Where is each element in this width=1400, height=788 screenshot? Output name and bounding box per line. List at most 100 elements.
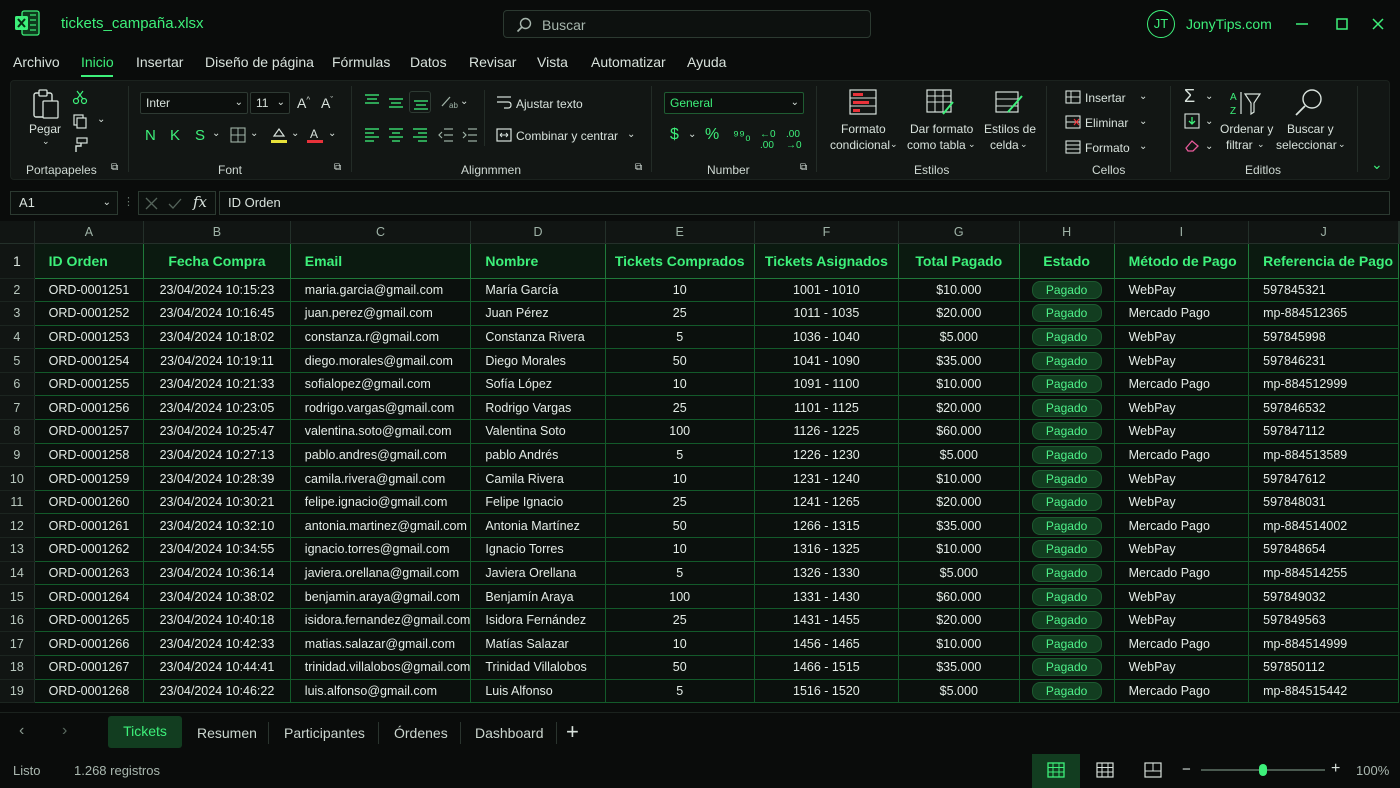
merge-chevron-icon[interactable]: ⌄ — [627, 129, 635, 140]
table-cell[interactable]: 597849032 — [1248, 584, 1399, 609]
autosum-icon[interactable]: Σ — [1184, 86, 1195, 107]
borders-chevron-icon[interactable]: ⌄ — [250, 128, 258, 139]
table-cell[interactable]: diego.morales@gmail.com — [289, 348, 472, 373]
fill-color-icon[interactable] — [270, 126, 288, 144]
table-cell[interactable]: 25 — [604, 489, 755, 515]
table-cell[interactable]: 23/04/2024 10:23:05 — [143, 395, 291, 421]
table-cell[interactable]: WebPay — [1113, 348, 1250, 373]
table-cell[interactable]: 25 — [604, 301, 755, 326]
confirm-entry-icon[interactable] — [168, 197, 182, 210]
header-cell[interactable]: Email — [289, 242, 472, 279]
borders-icon[interactable] — [230, 127, 246, 143]
row-header[interactable]: 15 — [0, 584, 35, 609]
maximize-icon[interactable] — [1330, 12, 1354, 36]
table-cell[interactable]: ORD-0001251 — [33, 277, 145, 303]
table-cell[interactable]: Pagado — [1018, 560, 1115, 586]
table-cell[interactable]: 100 — [604, 584, 755, 609]
find-select-label-2[interactable]: seleccionar — [1276, 138, 1337, 152]
table-cell[interactable]: ORD-0001263 — [33, 560, 145, 586]
table-cell[interactable]: Ignacio Torres — [470, 537, 606, 562]
table-cell[interactable]: $10.000 — [897, 631, 1020, 656]
page-layout-view-icon[interactable] — [1096, 762, 1114, 778]
table-cell[interactable]: ORD-0001265 — [33, 607, 145, 633]
table-cell[interactable]: 1041 - 1090 — [753, 348, 899, 373]
table-cell[interactable]: Pagado — [1018, 277, 1115, 303]
header-cell[interactable]: Fecha Compra — [143, 242, 291, 279]
table-cell[interactable]: Pagado — [1018, 631, 1115, 656]
table-cell[interactable]: 597850112 — [1248, 655, 1399, 680]
format-painter-icon[interactable] — [72, 137, 88, 153]
paste-icon[interactable] — [30, 88, 62, 120]
table-cell[interactable]: 1126 - 1225 — [753, 419, 899, 444]
column-header-c[interactable]: C — [290, 221, 472, 244]
table-cell[interactable]: 1326 - 1330 — [753, 560, 899, 586]
table-cell[interactable]: Pagado — [1018, 442, 1115, 468]
sort-filter-label-2[interactable]: filtrar — [1226, 138, 1253, 152]
row-header[interactable]: 5 — [0, 348, 35, 373]
user-name[interactable]: JonyTips.com — [1186, 16, 1272, 32]
table-cell[interactable]: 10 — [604, 371, 755, 397]
alignment-launcher-icon[interactable]: ⧉ — [635, 162, 642, 173]
table-cell[interactable]: 1516 - 1520 — [753, 678, 899, 704]
table-cell[interactable]: 23/04/2024 10:36:14 — [143, 560, 291, 586]
menu-insertar[interactable]: Insertar — [136, 54, 183, 70]
format-cells-icon[interactable] — [1065, 140, 1081, 154]
table-cell[interactable]: 23/04/2024 10:19:11 — [143, 348, 291, 373]
table-cell[interactable]: luis.alfonso@gmail.com — [289, 678, 472, 704]
table-cell[interactable]: ORD-0001252 — [33, 301, 145, 326]
table-cell[interactable]: trinidad.villalobos@gmail.com — [289, 655, 472, 680]
table-cell[interactable]: Pagado — [1018, 348, 1115, 373]
font-launcher-icon[interactable]: ⧉ — [334, 162, 341, 173]
row-header[interactable]: 19 — [0, 679, 35, 704]
table-cell[interactable]: mp-884513589 — [1248, 442, 1399, 468]
row-header[interactable]: 11 — [0, 490, 35, 515]
table-cell[interactable]: Mercado Pago — [1113, 371, 1250, 397]
menu-revisar[interactable]: Revisar — [469, 54, 516, 70]
table-cell[interactable]: WebPay — [1113, 277, 1250, 303]
decrease-decimal-icon[interactable]: .00 →0 — [786, 129, 802, 151]
table-cell[interactable]: Pagado — [1018, 513, 1115, 539]
table-cell[interactable]: 1101 - 1125 — [753, 395, 899, 421]
increase-decimal-icon[interactable]: ←0.00 — [760, 129, 776, 151]
table-cell[interactable]: pablo.andres@gmail.com — [289, 442, 472, 468]
format-cells-button[interactable]: Formato — [1085, 141, 1130, 155]
table-cell[interactable]: 25 — [604, 395, 755, 421]
table-cell[interactable]: $35.000 — [897, 655, 1020, 680]
paste-dropdown-chevron-icon[interactable]: ⌄ — [42, 136, 50, 147]
collapse-ribbon-chevron-icon[interactable]: ⌄ — [1371, 156, 1383, 173]
cell-styles-icon[interactable] — [994, 88, 1024, 118]
cell-styles-label-1[interactable]: Estilos de — [984, 122, 1036, 136]
table-cell[interactable]: WebPay — [1113, 537, 1250, 562]
increase-font-icon[interactable]: A^ — [297, 95, 310, 111]
table-cell[interactable]: $10.000 — [897, 277, 1020, 303]
table-cell[interactable]: mp-884512365 — [1248, 301, 1399, 326]
sheet-tab-dashboard[interactable]: Dashboard — [461, 720, 558, 752]
table-cell[interactable]: $35.000 — [897, 513, 1020, 539]
table-cell[interactable]: ORD-0001259 — [33, 466, 145, 491]
table-cell[interactable]: 23/04/2024 10:44:41 — [143, 655, 291, 680]
currency-chevron-icon[interactable]: ⌄ — [688, 129, 696, 140]
table-cell[interactable]: constanza.r@gmail.com — [289, 324, 472, 350]
table-cell[interactable]: ORD-0001260 — [33, 489, 145, 515]
page-break-view-icon[interactable] — [1144, 762, 1162, 778]
table-cell[interactable]: 23/04/2024 10:28:39 — [143, 466, 291, 491]
table-cell[interactable]: 597845998 — [1248, 324, 1399, 350]
table-cell[interactable]: maria.garcia@gmail.com — [289, 277, 472, 303]
table-cell[interactable]: ORD-0001255 — [33, 371, 145, 397]
table-cell[interactable]: ORD-0001254 — [33, 348, 145, 373]
insert-function-icon[interactable]: fx — [193, 193, 207, 211]
find-select-icon[interactable] — [1293, 88, 1325, 118]
clear-chevron-icon[interactable]: ⌄ — [1205, 141, 1213, 152]
table-cell[interactable]: $60.000 — [897, 419, 1020, 444]
table-cell[interactable]: $20.000 — [897, 607, 1020, 633]
table-cell[interactable]: 23/04/2024 10:16:45 — [143, 301, 291, 326]
table-cell[interactable]: mp-884515442 — [1248, 678, 1399, 704]
table-cell[interactable]: $5.000 — [897, 442, 1020, 468]
table-cell[interactable]: 23/04/2024 10:38:02 — [143, 584, 291, 609]
table-cell[interactable]: ignacio.torres@gmail.com — [289, 537, 472, 562]
header-cell[interactable]: Tickets Asignados — [753, 242, 899, 279]
table-cell[interactable]: Javiera Orellana — [470, 560, 606, 586]
table-cell[interactable]: 23/04/2024 10:25:47 — [143, 419, 291, 444]
sort-filter-chevron-icon[interactable]: ⌄ — [1257, 139, 1265, 150]
table-cell[interactable]: Benjamín Araya — [470, 584, 606, 609]
